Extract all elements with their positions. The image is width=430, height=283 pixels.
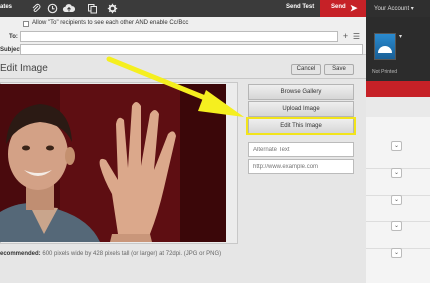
recommended-text: 600 pixels wide by 428 pixels tall (or l…: [42, 251, 222, 257]
recommended-size-note: ecommended: 600 pixels wide by 428 pixel…: [0, 251, 221, 257]
to-label: To:: [9, 34, 18, 40]
save-button[interactable]: Save: [324, 64, 354, 75]
image-preview[interactable]: [0, 84, 226, 242]
account-menu[interactable]: Your Account ▾: [366, 0, 430, 17]
account-label: Your Account ▾: [374, 6, 414, 12]
copy-icon[interactable]: [87, 3, 98, 14]
to-field[interactable]: [20, 31, 338, 42]
chevron-down-icon[interactable]: ▾: [399, 33, 402, 40]
red-header-band: [366, 81, 430, 97]
chevron-down-icon[interactable]: ⌄: [391, 141, 402, 151]
cloud-upload-icon[interactable]: [62, 3, 76, 14]
paper-plane-icon: ➤: [350, 3, 358, 13]
upload-image-button[interactable]: Upload Image: [248, 101, 354, 117]
subject-field[interactable]: [20, 44, 363, 55]
paperclip-icon[interactable]: [31, 3, 42, 14]
allow-to-label: Allow "To" recipients to see each other …: [32, 20, 189, 26]
chevron-down-icon[interactable]: ⌄: [391, 168, 402, 178]
clock-icon[interactable]: [47, 3, 58, 14]
chevron-down-icon[interactable]: ⌄: [391, 195, 402, 205]
highlight-box: [246, 117, 356, 135]
add-recipient-icon[interactable]: +: [341, 31, 350, 42]
send-button[interactable]: Send ➤: [320, 0, 366, 17]
list-icon[interactable]: ☰: [352, 31, 361, 42]
send-test-button[interactable]: Send Test: [286, 4, 314, 10]
divider: [0, 78, 366, 79]
gear-icon[interactable]: [107, 3, 118, 14]
top-toolbar: ates Send Test Send ➤ Your Account ▾: [0, 0, 430, 17]
link-url-field[interactable]: [248, 159, 354, 174]
chevron-down-icon[interactable]: ⌄: [391, 248, 402, 258]
send-label: Send: [331, 4, 346, 10]
browse-gallery-button[interactable]: Browse Gallery: [248, 84, 354, 100]
cancel-button[interactable]: Cancel: [291, 64, 321, 75]
thumbnail-label: Not Printed: [372, 69, 398, 75]
templates-menu[interactable]: ates: [0, 4, 12, 10]
template-thumbnail[interactable]: [374, 33, 396, 60]
chevron-down-icon[interactable]: ⌄: [391, 221, 402, 231]
recommended-label: ecommended:: [0, 251, 41, 257]
allow-to-checkbox[interactable]: [23, 21, 29, 27]
alternate-text-field[interactable]: [248, 142, 354, 157]
edit-image-title: Edit Image: [0, 63, 48, 74]
